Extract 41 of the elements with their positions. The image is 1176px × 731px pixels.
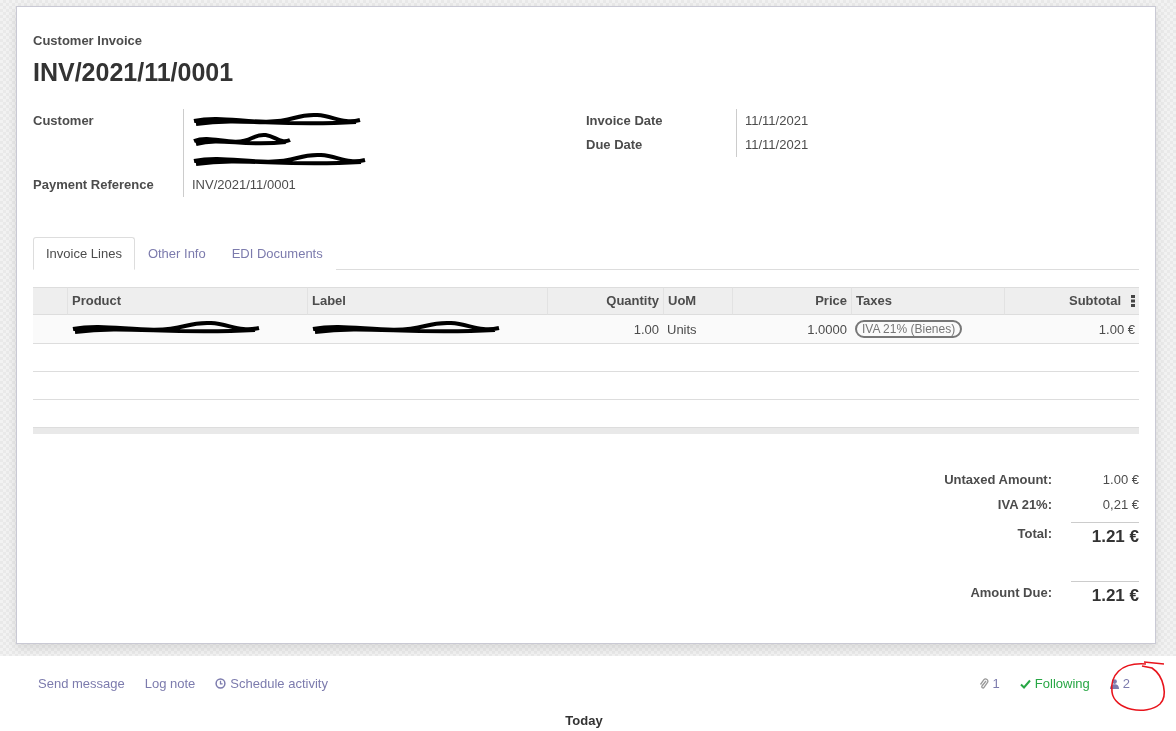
column-header[interactable]: Subtotal: [1004, 287, 1139, 315]
column-header[interactable]: Taxes: [851, 287, 1004, 315]
chatter-action[interactable]: Send message: [38, 676, 125, 691]
chatter-action[interactable]: Schedule activity: [215, 676, 328, 691]
followers-button[interactable]: 2: [1109, 676, 1130, 691]
total-value: 1.00 €: [1101, 472, 1139, 487]
field-label: Invoice Date: [586, 112, 664, 130]
total-label: Amount Due:: [969, 585, 1052, 602]
field-label: Customer: [33, 112, 95, 130]
check-icon: [1019, 678, 1031, 689]
column-header[interactable]: Quantity: [547, 287, 663, 315]
total-label: Untaxed Amount:: [943, 472, 1052, 487]
field-label: Payment Reference: [33, 176, 155, 194]
attachments-link[interactable]: 1: [978, 676, 1000, 691]
tax-tag: IVA 21% (Bienes): [855, 320, 963, 338]
field-value: 11/11/2021: [745, 137, 809, 152]
field-label: Due Date: [586, 136, 644, 154]
total-label: Total:: [1016, 526, 1052, 543]
table-cell: 1.00: [547, 315, 663, 344]
invoice-number: INV/2021/11/0001: [33, 58, 235, 87]
paperclip-icon: [978, 677, 989, 690]
table-cell: 1.00 €: [1004, 315, 1139, 344]
field-value: INV/2021/11/0001: [192, 177, 296, 192]
clock-icon: [215, 678, 227, 689]
tab[interactable]: Invoice Lines: [33, 237, 135, 270]
column-header[interactable]: Label: [307, 287, 547, 315]
field-value: 11/11/2021: [745, 113, 809, 128]
column-header[interactable]: Product: [67, 287, 307, 315]
document-type: Customer Invoice: [33, 33, 144, 48]
table-cell: 1.0000: [732, 315, 851, 344]
column-header[interactable]: UoM: [663, 287, 732, 315]
total-value: 1.21 €: [1071, 581, 1139, 606]
column-header[interactable]: Price: [732, 287, 851, 315]
total-value: 0,21 €: [1101, 497, 1139, 512]
table-cell: Units: [663, 315, 732, 344]
person-icon: [1109, 678, 1119, 689]
date-separator: Today: [564, 713, 604, 728]
more-options-icon[interactable]: [1131, 295, 1135, 307]
total-label: IVA 21%:: [996, 497, 1052, 512]
total-value: 1.21 €: [1071, 522, 1139, 547]
chatter-action[interactable]: Log note: [144, 676, 196, 691]
